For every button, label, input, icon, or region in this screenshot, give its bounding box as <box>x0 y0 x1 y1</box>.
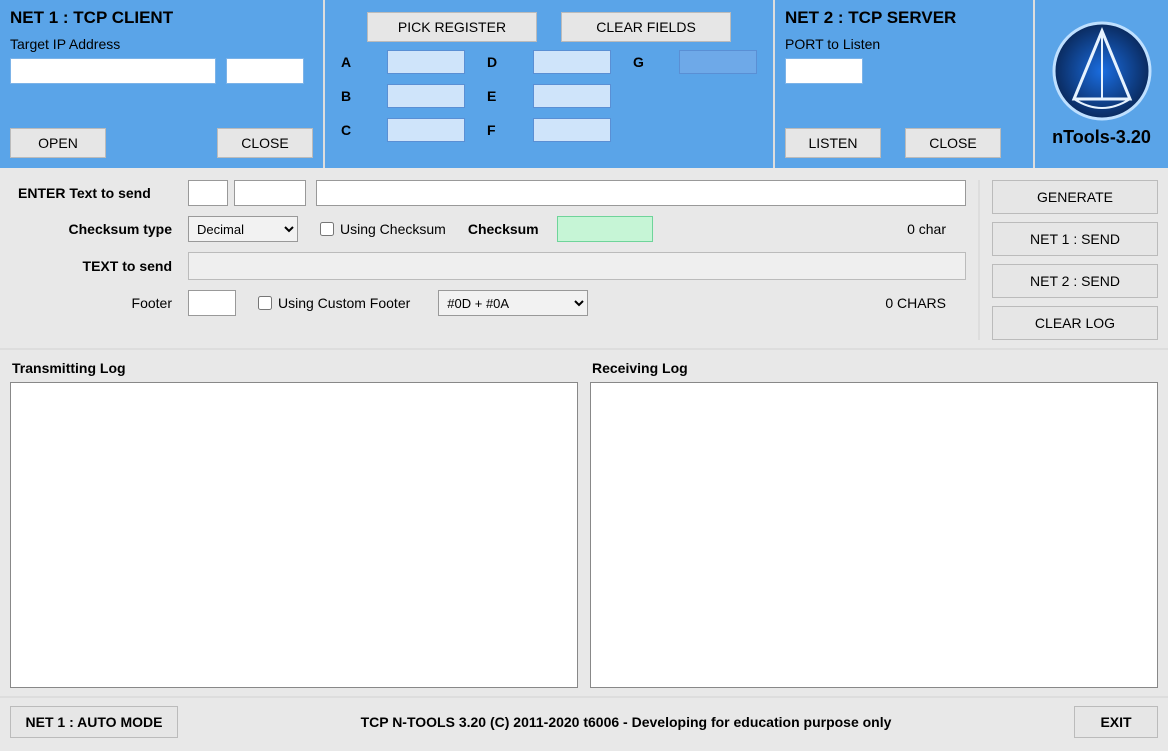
top-panels: NET 1 : TCP CLIENT Target IP Address OPE… <box>0 0 1168 168</box>
net1-title: NET 1 : TCP CLIENT <box>10 8 313 28</box>
tx-log-box[interactable] <box>10 382 578 688</box>
clear-fields-button[interactable]: CLEAR FIELDS <box>561 12 731 42</box>
enter-text-label: ENTER Text to send <box>10 185 188 201</box>
using-checksum-checkbox[interactable] <box>320 222 334 236</box>
checksum-label: Checksum <box>468 221 539 237</box>
reg-g-input[interactable] <box>679 50 757 74</box>
reg-a-input[interactable] <box>387 50 465 74</box>
reg-f-label: F <box>487 122 511 138</box>
reg-c-label: C <box>341 122 365 138</box>
reg-a-label: A <box>341 54 365 70</box>
using-checksum-label: Using Checksum <box>340 221 446 237</box>
reg-e-input[interactable] <box>533 84 611 108</box>
exit-button[interactable]: EXIT <box>1074 706 1158 738</box>
net2-send-button[interactable]: NET 2 : SEND <box>992 264 1158 298</box>
reg-f-input[interactable] <box>533 118 611 142</box>
footer-status: TCP N-TOOLS 3.20 (C) 2011-2020 t6006 - D… <box>190 714 1062 730</box>
reg-d-input[interactable] <box>533 50 611 74</box>
footer-input[interactable] <box>188 290 236 316</box>
pick-register-button[interactable]: PICK REGISTER <box>367 12 537 42</box>
app-logo-icon <box>1052 21 1152 121</box>
reg-g-label: G <box>633 54 657 70</box>
using-custom-footer-checkbox[interactable] <box>258 296 272 310</box>
rx-log-box[interactable] <box>590 382 1158 688</box>
net1-port-input[interactable] <box>226 58 304 84</box>
send-config-panel: ENTER Text to send Checksum type Decimal… <box>0 168 1168 350</box>
char-count: 0 char <box>907 221 966 237</box>
net2-panel: NET 2 : TCP SERVER PORT to Listen LISTEN… <box>775 0 1035 168</box>
reg-b-input[interactable] <box>387 84 465 108</box>
net2-port-input[interactable] <box>785 58 863 84</box>
text-to-send-display <box>188 252 966 280</box>
logo-panel: nTools-3.20 <box>1035 0 1168 168</box>
net1-open-button[interactable]: OPEN <box>10 128 106 158</box>
reg-c-input[interactable] <box>387 118 465 142</box>
rx-log-title: Receiving Log <box>592 360 1158 376</box>
using-custom-footer-label: Using Custom Footer <box>278 295 410 311</box>
checksum-type-label: Checksum type <box>10 221 188 237</box>
reg-b-label: B <box>341 88 365 104</box>
clear-log-button[interactable]: CLEAR LOG <box>992 306 1158 340</box>
using-custom-footer-wrap[interactable]: Using Custom Footer <box>258 295 410 311</box>
net1-panel: NET 1 : TCP CLIENT Target IP Address OPE… <box>0 0 325 168</box>
net1-send-button[interactable]: NET 1 : SEND <box>992 222 1158 256</box>
net1-auto-mode-button[interactable]: NET 1 : AUTO MODE <box>10 706 178 738</box>
reg-d-label: D <box>487 54 511 70</box>
net2-listen-button[interactable]: LISTEN <box>785 128 881 158</box>
footer-combo[interactable]: #0D + #0A <box>438 290 588 316</box>
text-to-send-label: TEXT to send <box>10 258 188 274</box>
app-title: nTools-3.20 <box>1052 127 1151 148</box>
tx-log-title: Transmitting Log <box>12 360 578 376</box>
net1-ip-input[interactable] <box>10 58 216 84</box>
send-prefix2-input[interactable] <box>234 180 306 206</box>
footer-bar: NET 1 : AUTO MODE TCP N-TOOLS 3.20 (C) 2… <box>0 696 1168 746</box>
net2-close-button[interactable]: CLOSE <box>905 128 1001 158</box>
register-panel: PICK REGISTER CLEAR FIELDS A D G B E C F <box>325 0 775 168</box>
checksum-type-select[interactable]: Decimal <box>188 216 298 242</box>
logs-section: Transmitting Log Receiving Log <box>0 350 1168 696</box>
chars-count: 0 CHARS <box>885 295 966 311</box>
checksum-value-input[interactable] <box>557 216 653 242</box>
send-prefix1-input[interactable] <box>188 180 228 206</box>
reg-e-label: E <box>487 88 511 104</box>
action-buttons: GENERATE NET 1 : SEND NET 2 : SEND CLEAR… <box>978 180 1158 340</box>
net2-title: NET 2 : TCP SERVER <box>785 8 1023 28</box>
using-checksum-checkbox-wrap[interactable]: Using Checksum <box>320 221 446 237</box>
send-text-input[interactable] <box>316 180 966 206</box>
generate-button[interactable]: GENERATE <box>992 180 1158 214</box>
footer-label: Footer <box>10 295 188 311</box>
net1-close-button[interactable]: CLOSE <box>217 128 313 158</box>
net2-port-label: PORT to Listen <box>785 36 1023 52</box>
net1-ip-label: Target IP Address <box>10 36 313 52</box>
